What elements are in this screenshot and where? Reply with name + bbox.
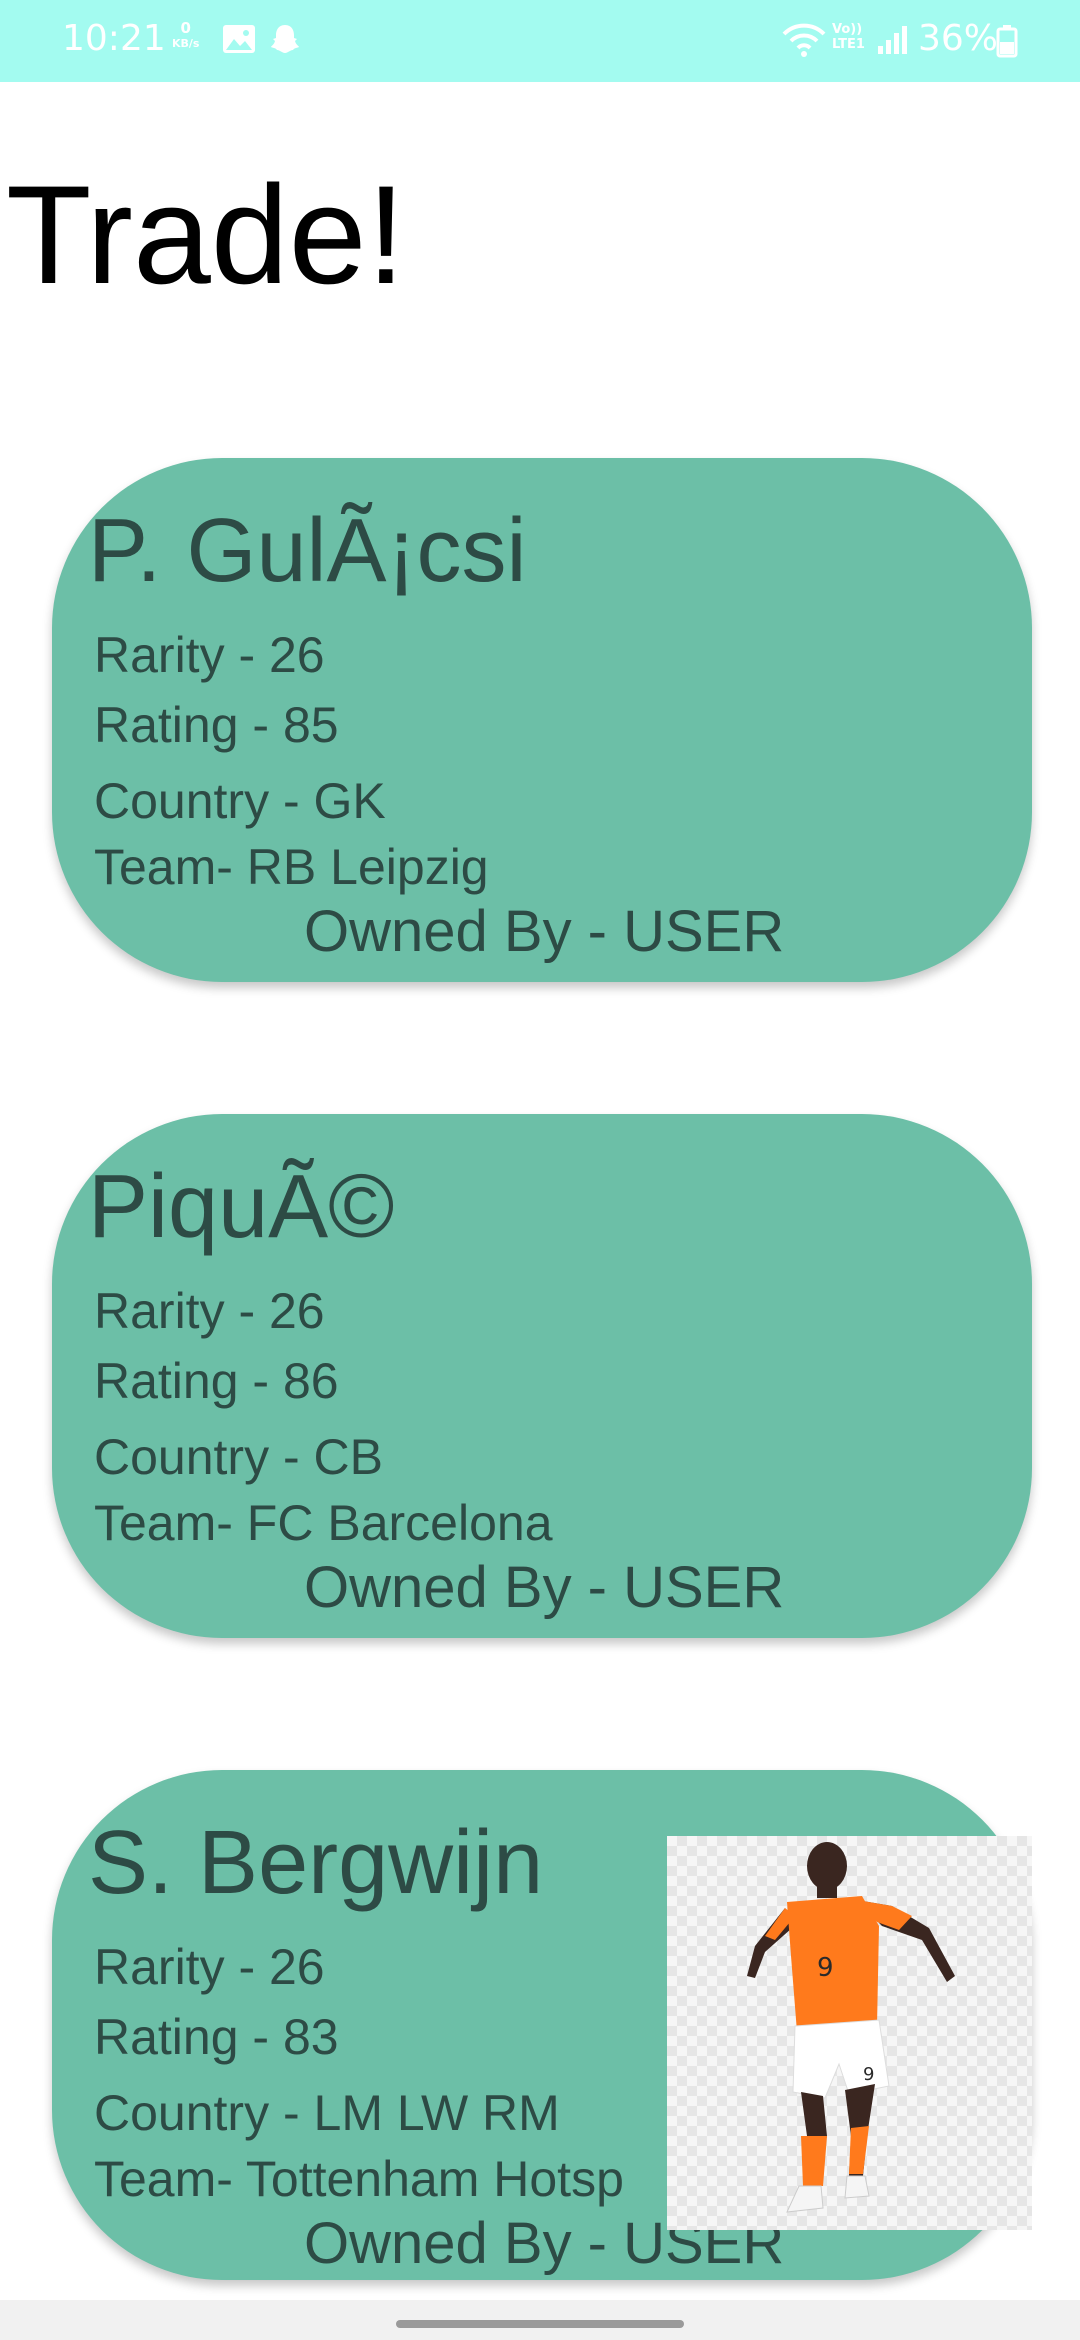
volte-indicator: Vo)) LTE1 <box>832 22 865 52</box>
battery-percent: 36% <box>918 18 999 59</box>
player-owner: Owned By - USER <box>304 1555 785 1620</box>
signal-icon <box>876 24 910 60</box>
player-team: Team- RB Leipzig <box>94 839 489 895</box>
player-rating: Rating - 86 <box>94 1353 339 1409</box>
player-rating: Rating - 83 <box>94 2009 339 2065</box>
player-card[interactable]: P. GulÃ¡csi Rarity - 26 Rating - 85 Coun… <box>52 458 1032 982</box>
navigation-bar <box>0 2300 1080 2340</box>
player-country: Country - CB <box>94 1429 383 1485</box>
status-bar: 10:21 0 KB/s Vo)) LTE1 36% <box>0 0 1080 82</box>
player-owner: Owned By - USER <box>304 899 785 964</box>
player-rarity: Rarity - 26 <box>94 1939 325 1995</box>
player-team: Team- Tottenham Hotsp <box>94 2151 624 2207</box>
status-time: 10:21 <box>62 18 166 59</box>
svg-text:9: 9 <box>817 1953 834 1983</box>
player-photo: 9 9 <box>667 1836 1032 2230</box>
network-speed: 0 KB/s <box>172 20 199 52</box>
page-title: Trade! <box>6 156 406 313</box>
gallery-icon <box>222 24 256 58</box>
volte-line1: Vo)) <box>832 22 863 37</box>
player-name: S. Bergwijn <box>88 1813 544 1913</box>
player-country: Country - GK <box>94 773 386 829</box>
volte-line2: LTE1 <box>832 37 865 52</box>
player-name: PiquÃ© <box>88 1157 395 1257</box>
wifi-icon <box>782 22 826 62</box>
player-rating: Rating - 85 <box>94 697 339 753</box>
player-rarity: Rarity - 26 <box>94 1283 325 1339</box>
battery-icon <box>996 24 1018 62</box>
network-speed-unit: KB/s <box>172 37 200 50</box>
player-name: P. GulÃ¡csi <box>88 501 527 601</box>
player-team: Team- FC Barcelona <box>94 1495 553 1551</box>
player-rarity: Rarity - 26 <box>94 627 325 683</box>
svg-text:9: 9 <box>863 2064 874 2085</box>
player-country: Country - LM LW RM <box>94 2085 560 2141</box>
network-speed-value: 0 <box>180 19 191 37</box>
player-card[interactable]: PiquÃ© Rarity - 26 Rating - 86 Country -… <box>52 1114 1032 1638</box>
snapchat-ghost-icon <box>268 22 302 60</box>
home-indicator[interactable] <box>396 2320 684 2328</box>
